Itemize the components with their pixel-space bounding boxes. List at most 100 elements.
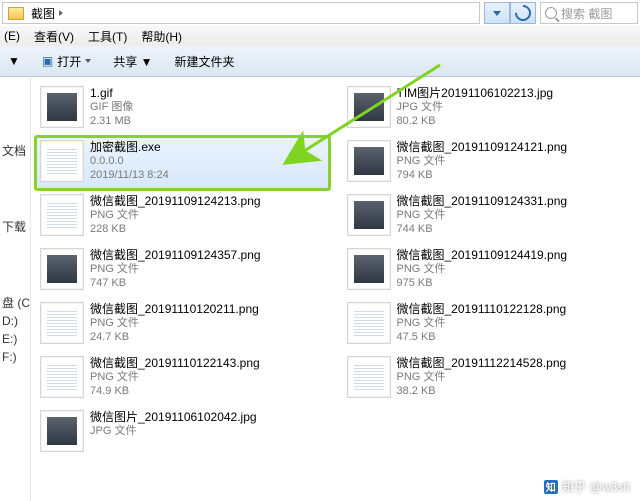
file-name: TIM图片20191106102213.jpg (397, 86, 632, 100)
menu-view[interactable]: 查看(V) (34, 28, 74, 45)
file-size: 2.31 MB (90, 114, 325, 128)
file-name: 微信截图_20191109124357.png (90, 248, 325, 262)
breadcrumb-label: 截图 (31, 5, 55, 22)
file-item[interactable]: TIM图片20191106102213.jpgJPG 文件80.2 KB (342, 82, 637, 136)
sidebar-group[interactable]: F:) (2, 348, 30, 366)
file-item[interactable]: 加密截图.exe0.0.0.02019/11/13 8:24 (35, 136, 330, 190)
file-meta: 微信图片_20191106102042.jpgJPG 文件 (90, 410, 325, 438)
file-type: JPG 文件 (397, 100, 632, 114)
new-folder-button[interactable]: 新建文件夹 (170, 51, 238, 72)
file-meta: 微信截图_20191110120211.pngPNG 文件24.7 KB (90, 302, 325, 344)
file-meta: TIM图片20191106102213.jpgJPG 文件80.2 KB (397, 86, 632, 128)
file-name: 微信截图_20191110120211.png (90, 302, 325, 316)
chevron-down-icon (85, 59, 91, 63)
menu-tools[interactable]: 工具(T) (88, 28, 127, 45)
breadcrumb[interactable]: 截图 (2, 2, 480, 24)
file-item[interactable]: 微信截图_20191109124213.pngPNG 文件228 KB (35, 190, 330, 244)
sidebar-group[interactable]: E:) (2, 330, 30, 348)
file-type: PNG 文件 (397, 262, 632, 276)
file-item[interactable]: 微信截图_20191109124331.pngPNG 文件744 KB (342, 190, 637, 244)
file-type: PNG 文件 (90, 370, 325, 384)
file-thumbnail (347, 248, 391, 290)
file-thumbnail (347, 356, 391, 398)
refresh-button[interactable] (510, 2, 536, 24)
menu-help[interactable]: 帮助(H) (141, 28, 182, 45)
file-size: 47.5 KB (397, 330, 632, 344)
chevron-down-icon (493, 11, 501, 16)
file-name: 微信截图_20191109124213.png (90, 194, 325, 208)
file-thumbnail (40, 302, 84, 344)
file-type: PNG 文件 (397, 316, 632, 330)
file-item[interactable]: 1.gifGIF 图像2.31 MB (35, 82, 330, 136)
file-thumbnail (347, 86, 391, 128)
share-button[interactable]: 共享 ▼ (109, 51, 156, 72)
watermark-brand: 知乎 (562, 478, 586, 495)
file-name: 微信截图_20191109124331.png (397, 194, 632, 208)
file-thumbnail (347, 140, 391, 182)
chevron-right-icon (59, 10, 63, 16)
file-thumbnail (347, 302, 391, 344)
search-icon (545, 7, 557, 19)
file-meta: 微信截图_20191112214528.pngPNG 文件38.2 KB (397, 356, 632, 398)
file-name: 微信截图_20191110122128.png (397, 302, 632, 316)
file-size: 38.2 KB (397, 384, 632, 398)
sidebar-group[interactable]: 文档 (2, 142, 30, 160)
file-thumbnail (40, 410, 84, 452)
zhihu-logo-icon: 知 (544, 480, 558, 494)
file-type: PNG 文件 (90, 316, 325, 330)
file-meta: 微信截图_20191110122128.pngPNG 文件47.5 KB (397, 302, 632, 344)
file-meta: 微信截图_20191109124121.pngPNG 文件794 KB (397, 140, 632, 182)
file-type: PNG 文件 (397, 154, 632, 168)
watermark: 知 知乎 @w3sft (544, 478, 630, 495)
file-size: 2019/11/13 8:24 (90, 168, 325, 182)
file-name: 微信截图_20191109124121.png (397, 140, 632, 154)
file-size: 80.2 KB (397, 114, 632, 128)
file-meta: 微信截图_20191109124357.pngPNG 文件747 KB (90, 248, 325, 290)
file-item[interactable]: 微信截图_20191109124357.pngPNG 文件747 KB (35, 244, 330, 298)
file-thumbnail (40, 86, 84, 128)
file-type: PNG 文件 (397, 208, 632, 222)
file-item[interactable]: 微信截图_20191110122143.pngPNG 文件74.9 KB (35, 352, 330, 406)
breadcrumb-segment[interactable]: 截图 (25, 3, 69, 23)
open-button[interactable]: ▣ 打开 (38, 51, 95, 72)
file-size: 228 KB (90, 222, 325, 236)
watermark-handle: @w3sft (590, 480, 630, 494)
file-meta: 微信截图_20191109124331.pngPNG 文件744 KB (397, 194, 632, 236)
menu-edit[interactable]: (E) (4, 29, 20, 43)
file-list-pane[interactable]: 1.gifGIF 图像2.31 MB TIM图片20191106102213.jp… (31, 76, 640, 501)
file-meta: 1.gifGIF 图像2.31 MB (90, 86, 325, 128)
sidebar-group[interactable]: 下载 (2, 218, 30, 236)
file-thumbnail (40, 140, 84, 182)
file-name: 微信截图_20191110122143.png (90, 356, 325, 370)
file-item[interactable]: 微信截图_20191112214528.pngPNG 文件38.2 KB (342, 352, 637, 406)
file-size: 24.7 KB (90, 330, 325, 344)
file-item[interactable]: 微信截图_20191109124419.pngPNG 文件975 KB (342, 244, 637, 298)
search-placeholder: 搜索 截图 (561, 5, 612, 22)
file-name: 1.gif (90, 86, 325, 100)
file-type: PNG 文件 (90, 208, 325, 222)
search-input[interactable]: 搜索 截图 (540, 2, 638, 24)
explorer-body: 文档 下载 盘 (C:) D:) E:) F:) 1.gifGIF 图像2.31… (0, 76, 640, 501)
file-item[interactable]: 微信截图_20191109124121.pngPNG 文件794 KB (342, 136, 637, 190)
file-type: PNG 文件 (397, 370, 632, 384)
file-thumbnail (40, 356, 84, 398)
sidebar-group[interactable]: D:) (2, 312, 30, 330)
file-item[interactable]: 微信图片_20191106102042.jpgJPG 文件 (35, 406, 330, 460)
file-item[interactable]: 微信截图_20191110122128.pngPNG 文件47.5 KB (342, 298, 637, 352)
organize-button[interactable]: ▼ (4, 52, 24, 70)
file-size: 74.9 KB (90, 384, 325, 398)
file-size: 975 KB (397, 276, 632, 290)
file-thumbnail (347, 194, 391, 236)
file-name: 微信截图_20191109124419.png (397, 248, 632, 262)
file-size: 747 KB (90, 276, 325, 290)
open-label: 打开 (57, 53, 81, 70)
refresh-icon (512, 2, 535, 25)
file-type: 0.0.0.0 (90, 154, 325, 168)
file-meta: 微信截图_20191109124213.pngPNG 文件228 KB (90, 194, 325, 236)
sidebar-group[interactable]: 盘 (C:) (2, 294, 30, 312)
history-dropdown-button[interactable] (484, 2, 510, 24)
share-label: 共享 ▼ (113, 53, 152, 70)
file-item[interactable]: 微信截图_20191110120211.pngPNG 文件24.7 KB (35, 298, 330, 352)
navigation-pane[interactable]: 文档 下载 盘 (C:) D:) E:) F:) (0, 76, 31, 501)
new-folder-label: 新建文件夹 (174, 53, 234, 70)
